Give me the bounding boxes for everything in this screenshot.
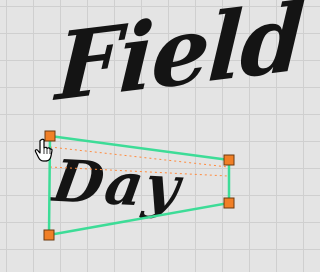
selection-frame[interactable]	[47, 134, 231, 237]
transform-handle-bottom-left[interactable]	[43, 229, 55, 241]
transform-handle-top-right[interactable]	[223, 154, 235, 166]
hand-pointer-icon	[34, 138, 53, 162]
design-canvas[interactable]: Field Day	[0, 0, 306, 272]
transform-handle-bottom-right[interactable]	[223, 197, 235, 209]
selection-overlay	[43, 130, 235, 241]
guide-line-middle	[49, 166, 229, 177]
